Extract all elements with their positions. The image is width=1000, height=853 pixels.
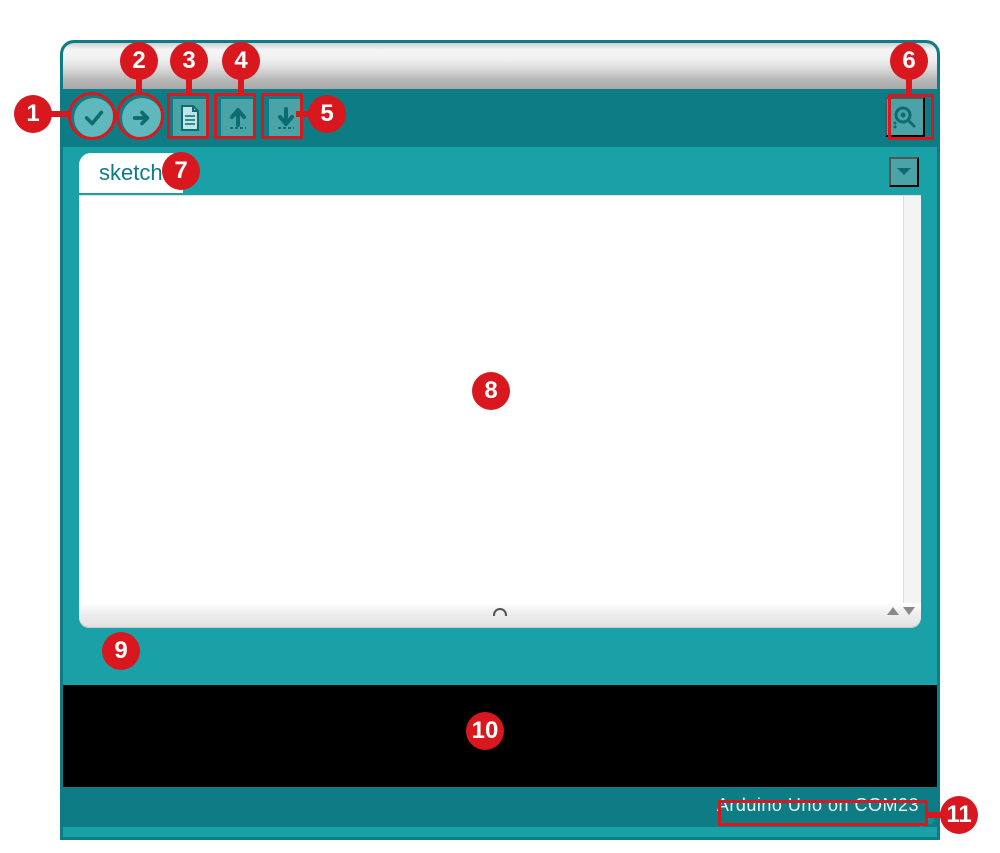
callout-1: 1: [14, 95, 52, 133]
serial-monitor-button[interactable]: [885, 97, 925, 137]
arrow-up-icon: [221, 99, 255, 137]
scroll-buttons[interactable]: [887, 607, 915, 615]
arduino-ide-window: sketch Arduino Uno on COM23: [60, 40, 940, 840]
chevron-down-icon: [896, 167, 912, 177]
code-editor[interactable]: [79, 196, 903, 603]
footer-bar: Arduino Uno on COM23: [63, 787, 937, 827]
triangle-up-icon: [887, 607, 899, 615]
scroll-handle-icon: [493, 608, 507, 616]
window-titlebar[interactable]: [63, 43, 937, 89]
vertical-scrollbar[interactable]: [903, 196, 921, 603]
check-icon: [74, 98, 114, 138]
callout-label: 1: [26, 100, 39, 128]
editor-container: [79, 195, 921, 603]
output-console[interactable]: [63, 685, 937, 787]
resize-grip-icon[interactable]: [917, 807, 935, 825]
file-icon: [173, 99, 207, 137]
new-sketch-button[interactable]: [169, 97, 211, 139]
board-port-label: Arduino Uno on COM23: [717, 795, 919, 816]
serial-monitor-icon: [892, 104, 918, 130]
triangle-down-icon: [903, 607, 915, 615]
arrow-down-icon: [269, 99, 303, 137]
tab-row: sketch: [63, 147, 937, 195]
verify-button[interactable]: [73, 97, 115, 139]
save-sketch-button[interactable]: [265, 97, 307, 139]
tab-label: sketch: [99, 160, 163, 186]
horizontal-scrollbar[interactable]: [79, 603, 921, 627]
open-sketch-button[interactable]: [217, 97, 259, 139]
status-bar: [63, 627, 937, 685]
toolbar: [63, 89, 937, 147]
callout-11: 11: [940, 796, 978, 834]
arrow-right-icon: [122, 98, 162, 138]
callout-label: 11: [946, 801, 971, 829]
upload-button[interactable]: [121, 97, 163, 139]
sketch-tab[interactable]: sketch: [79, 153, 183, 193]
tab-menu-button[interactable]: [889, 157, 919, 187]
